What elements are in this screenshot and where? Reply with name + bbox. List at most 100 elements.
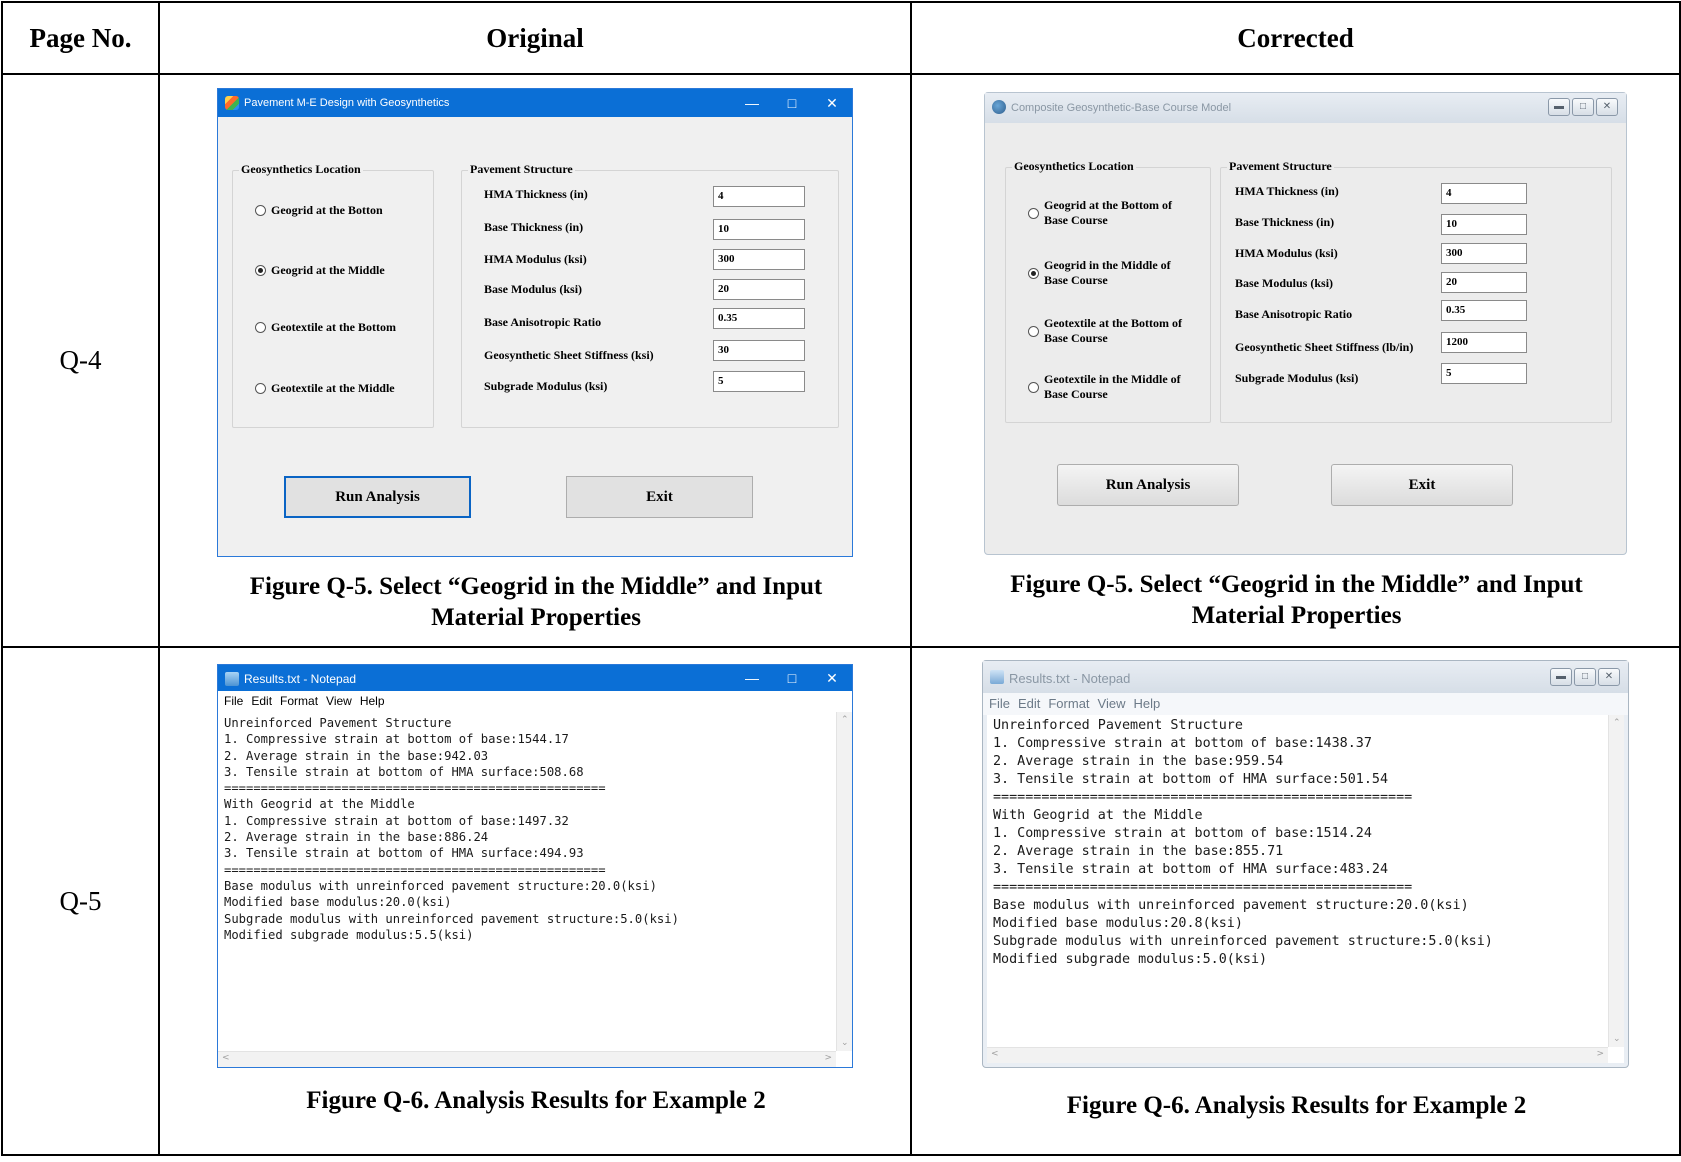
header-corrected: Corrected <box>910 1 1681 75</box>
notepad-text-area[interactable]: Unreinforced Pavement Structure 1. Compre… <box>224 715 679 943</box>
subgrade-modulus-input[interactable]: 5 <box>1441 363 1527 384</box>
base-modulus-input[interactable]: 20 <box>1441 272 1527 293</box>
radio-icon <box>255 322 266 333</box>
dialog-titlebar: Pavement M-E Design with Geosynthetics —… <box>218 89 852 117</box>
option-geogrid-middle[interactable]: Geogrid in the Middle of Base Course <box>1028 258 1171 288</box>
vertical-scrollbar[interactable]: ⌃ ⌄ <box>836 712 852 1051</box>
exit-button[interactable]: Exit <box>1331 464 1513 506</box>
run-analysis-button[interactable]: Run Analysis <box>1057 464 1239 506</box>
option-geotextile-bottom[interactable]: Geotextile at the Bottom <box>255 320 396 335</box>
menu-file[interactable]: File <box>989 696 1010 712</box>
option-geogrid-middle[interactable]: Geogrid at the Middle <box>255 263 385 278</box>
scroll-left-icon[interactable]: < <box>222 1053 230 1063</box>
menu-bar: File Edit Format View Help <box>983 693 1628 715</box>
maximize-button[interactable]: □ <box>1574 668 1596 686</box>
menu-file[interactable]: File <box>224 694 243 708</box>
page-number-q4: Q-4 <box>1 73 160 648</box>
anisotropic-ratio-label: Base Anisotropic Ratio <box>484 315 602 329</box>
menu-help[interactable]: Help <box>1133 696 1160 712</box>
structure-group-title: Pavement Structure <box>1227 159 1334 174</box>
scroll-down-icon[interactable]: ⌄ <box>1613 1034 1621 1044</box>
location-group-title: Geosynthetics Location <box>1012 159 1136 174</box>
minimize-button[interactable]: ▬ <box>1550 668 1572 686</box>
hma-modulus-label: HMA Modulus (ksi) <box>1235 246 1338 260</box>
sheet-stiffness-input[interactable]: 30 <box>713 340 805 361</box>
notepad-icon <box>225 672 239 686</box>
scroll-up-icon[interactable]: ⌃ <box>1613 718 1621 728</box>
option-geotextile-middle[interactable]: Geotextile at the Middle <box>255 381 395 396</box>
radio-icon <box>1028 381 1039 393</box>
notepad-title: Results.txt - Notepad <box>244 672 357 686</box>
dialog-title: Composite Geosynthetic-Base Course Model <box>1011 102 1232 114</box>
menu-view[interactable]: View <box>326 694 352 708</box>
maximize-button[interactable]: □ <box>772 665 812 691</box>
scroll-up-icon[interactable]: ⌃ <box>841 715 849 725</box>
horizontal-scrollbar[interactable]: < > <box>218 1051 836 1067</box>
dialog-titlebar: Composite Geosynthetic-Base Course Model… <box>985 93 1626 123</box>
errata-table: Page No. Original Corrected Q-4 Pavement… <box>1 1 1681 1156</box>
app-icon <box>225 96 239 110</box>
radio-checked-icon <box>1028 267 1039 279</box>
anisotropic-ratio-input[interactable]: 0.35 <box>1441 300 1527 321</box>
option-geotextile-bottom[interactable]: Geotextile at the Bottom of Base Course <box>1028 316 1182 346</box>
horizontal-scrollbar[interactable]: < > <box>987 1047 1608 1063</box>
maximize-button[interactable]: □ <box>772 89 812 117</box>
notepad-icon <box>990 670 1004 684</box>
location-group-title: Geosynthetics Location <box>239 162 363 177</box>
sheet-stiffness-input[interactable]: 1200 <box>1441 332 1527 353</box>
scroll-down-icon[interactable]: ⌄ <box>841 1038 849 1048</box>
run-analysis-button[interactable]: Run Analysis <box>284 476 471 518</box>
figure-caption: Figure Q-5. Select “Geogrid in the Middl… <box>1010 571 1583 629</box>
scroll-right-icon[interactable]: > <box>824 1053 832 1063</box>
hma-modulus-input[interactable]: 300 <box>713 249 805 270</box>
base-modulus-input[interactable]: 20 <box>713 279 805 300</box>
hma-thickness-input[interactable]: 4 <box>713 186 805 207</box>
close-button[interactable]: ✕ <box>1598 668 1620 686</box>
option-geogrid-bottom[interactable]: Geogrid at the Botton <box>255 203 383 218</box>
hma-thickness-input[interactable]: 4 <box>1441 183 1527 204</box>
design-dialog: Pavement M-E Design with Geosynthetics —… <box>217 88 853 557</box>
minimize-button[interactable]: ▬ <box>1548 98 1570 116</box>
menu-format[interactable]: Format <box>280 694 318 708</box>
figure-caption: Figure Q-5. Select “Geogrid in the Middl… <box>249 573 823 631</box>
menu-edit[interactable]: Edit <box>251 694 272 708</box>
option-geotextile-middle[interactable]: Geotextile in the Middle of Base Course <box>1028 372 1181 402</box>
option-geogrid-bottom[interactable]: Geogrid at the Bottom of Base Course <box>1028 198 1172 228</box>
exit-button[interactable]: Exit <box>566 476 753 518</box>
dialog-title: Pavement M-E Design with Geosynthetics <box>244 97 450 109</box>
anisotropic-ratio-label: Base Anisotropic Ratio <box>1235 307 1353 321</box>
notepad-title: Results.txt - Notepad <box>1009 671 1131 686</box>
anisotropic-ratio-input[interactable]: 0.35 <box>713 308 805 329</box>
notepad-titlebar: Results.txt - Notepad — □ ✕ <box>218 665 852 691</box>
close-button[interactable]: ✕ <box>812 665 852 691</box>
menu-format[interactable]: Format <box>1048 696 1089 712</box>
menu-edit[interactable]: Edit <box>1018 696 1040 712</box>
base-thickness-input[interactable]: 10 <box>713 219 805 240</box>
minimize-button[interactable]: — <box>732 89 772 117</box>
radio-icon <box>255 205 266 216</box>
close-button[interactable]: ✕ <box>812 89 852 117</box>
location-group: Geosynthetics Location Geogrid at the Bo… <box>1005 159 1211 423</box>
original-cell-q4: Pavement M-E Design with Geosynthetics —… <box>158 73 912 648</box>
maximize-button[interactable]: □ <box>1572 98 1594 116</box>
corrected-cell-q4: Composite Geosynthetic-Base Course Model… <box>910 73 1681 648</box>
menu-view[interactable]: View <box>1098 696 1126 712</box>
page-number-q5: Q-5 <box>1 646 160 1156</box>
minimize-button[interactable]: — <box>732 665 772 691</box>
scroll-right-icon[interactable]: > <box>1596 1049 1604 1059</box>
subgrade-modulus-label: Subgrade Modulus (ksi) <box>1235 371 1359 385</box>
figure-caption: Figure Q-6. Analysis Results for Example… <box>1066 1092 1527 1119</box>
app-icon <box>992 100 1006 114</box>
notepad-window-corrected: Results.txt - Notepad ▬ □ ✕ File Edit Fo… <box>982 660 1629 1068</box>
structure-group: Pavement Structure HMA Thickness (in) 4 … <box>461 162 839 428</box>
header-page-no: Page No. <box>1 1 160 75</box>
menu-help[interactable]: Help <box>360 694 385 708</box>
scroll-left-icon[interactable]: < <box>991 1049 999 1059</box>
subgrade-modulus-input[interactable]: 5 <box>713 371 805 392</box>
vertical-scrollbar[interactable]: ⌃ ⌄ <box>1608 715 1624 1047</box>
hma-modulus-input[interactable]: 300 <box>1441 243 1527 264</box>
close-button[interactable]: ✕ <box>1596 98 1618 116</box>
base-thickness-input[interactable]: 10 <box>1441 214 1527 235</box>
sheet-stiffness-label: Geosynthetic Sheet Stiffness (ksi) <box>484 348 654 362</box>
notepad-text-area[interactable]: Unreinforced Pavement Structure 1. Compre… <box>993 717 1493 969</box>
